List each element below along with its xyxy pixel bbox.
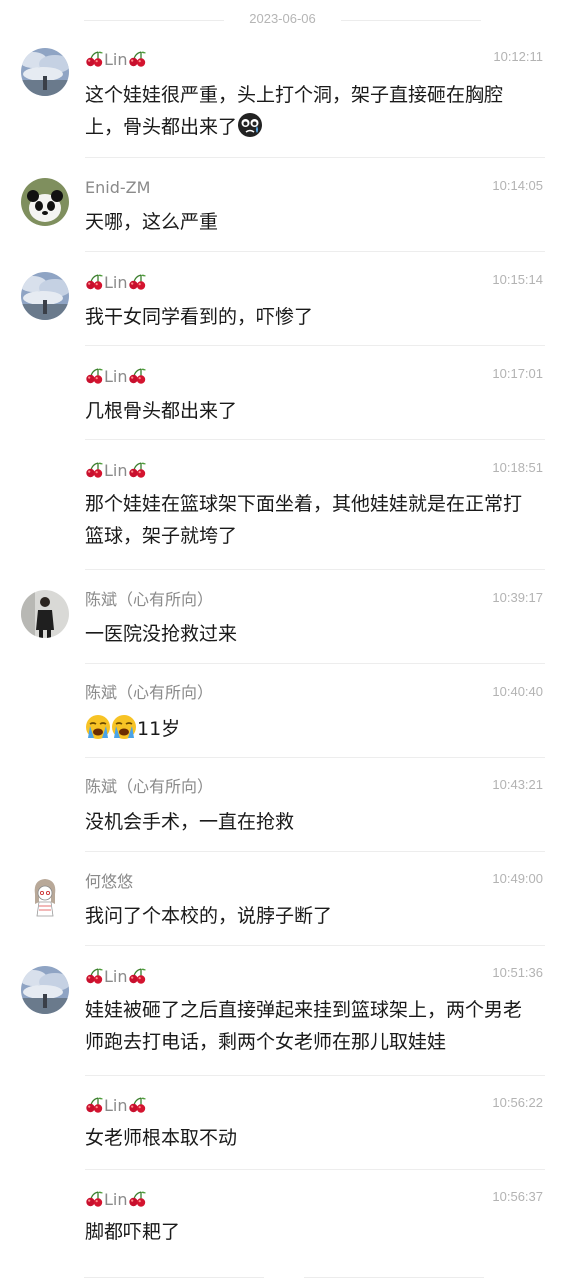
cherry-icon xyxy=(128,1097,147,1113)
date-separator: 2023-06-06 xyxy=(0,0,565,40)
message-text: 我问了个本校的，说脖子断了 xyxy=(85,905,333,927)
avatar[interactable] xyxy=(21,872,69,920)
message-item[interactable]: 何悠悠 10:49:00 我问了个本校的，说脖子断了 xyxy=(0,852,565,946)
cherry-icon xyxy=(85,462,104,478)
loudly-crying-face-emoji xyxy=(86,715,110,739)
avatar[interactable] xyxy=(21,178,69,226)
message-item[interactable]: Lin 10:56:37 脚都吓耙了 xyxy=(0,1170,565,1268)
sender-name: Lin xyxy=(85,50,147,70)
message-item[interactable]: Lin 10:18:51 那个娃娃在篮球架下面坐着，其他娃娃就是在正常打篮球，架… xyxy=(0,440,565,570)
message-text: 几根骨头都出来了 xyxy=(85,400,238,422)
cherry-icon xyxy=(85,1191,104,1207)
date-divider-right xyxy=(341,20,481,21)
avatar[interactable] xyxy=(21,48,69,96)
message-time: 10:40:40 xyxy=(492,684,543,699)
sender-name: Lin xyxy=(85,1096,147,1116)
message-text: 女老师根本取不动 xyxy=(85,1127,238,1149)
loudly-crying-face-emoji xyxy=(112,715,136,739)
message-text: 天哪，这么严重 xyxy=(85,211,219,233)
crying-face-emoji xyxy=(238,113,263,137)
cherry-icon xyxy=(85,368,104,384)
sender-name: Lin xyxy=(85,1190,147,1210)
message-item[interactable]: Lin 10:56:22 女老师根本取不动 xyxy=(0,1076,565,1170)
cloud-landscape-avatar xyxy=(21,272,69,320)
message-text: 我干女同学看到的，吓惨了 xyxy=(85,306,314,328)
cloud-landscape-avatar xyxy=(21,48,69,96)
sender-name: 陈斌（心有所向） xyxy=(85,777,214,796)
message-text: 脚都吓耙了 xyxy=(85,1221,181,1243)
sender-name: Lin xyxy=(85,273,147,293)
bottom-divider-right xyxy=(304,1277,484,1278)
message-item[interactable]: 陈斌（心有所向） 10:40:40 11岁 xyxy=(0,664,565,758)
message-item[interactable]: 陈斌（心有所向） 10:43:21 没机会手术，一直在抢救 xyxy=(0,758,565,852)
sender-name: Lin xyxy=(85,967,147,987)
message-time: 10:14:05 xyxy=(492,178,543,193)
message-text: 这个娃娃很严重，头上打个洞，架子直接砸在胸腔上，骨头都出来了 xyxy=(85,84,504,138)
panda-avatar xyxy=(21,178,69,226)
cherry-icon xyxy=(128,1191,147,1207)
avatar[interactable] xyxy=(21,966,69,1014)
cherry-icon xyxy=(85,1097,104,1113)
bottom-separator xyxy=(84,1268,484,1280)
cherry-icon xyxy=(85,51,104,67)
cherry-icon xyxy=(128,368,147,384)
sender-name: 陈斌（心有所向） xyxy=(85,683,214,702)
message-item[interactable]: Lin 10:12:11 这个娃娃很严重，头上打个洞，架子直接砸在胸腔上，骨头都… xyxy=(0,40,565,158)
cherry-icon xyxy=(85,968,104,984)
cherry-icon xyxy=(128,51,147,67)
cloud-landscape-avatar xyxy=(21,966,69,1014)
sender-name: 何悠悠 xyxy=(85,872,134,891)
message-item[interactable]: Lin 10:15:14 我干女同学看到的，吓惨了 xyxy=(0,252,565,346)
message-item[interactable]: Lin 10:51:36 娃娃被砸了之后直接弹起来挂到篮球架上，两个男老师跑去打… xyxy=(0,946,565,1076)
cherry-icon xyxy=(85,274,104,290)
message-text: 娃娃被砸了之后直接弹起来挂到篮球架上，两个男老师跑去打电话，剩两个女老师在那儿取… xyxy=(85,999,523,1053)
message-item[interactable]: 陈斌（心有所向） 10:39:17 一医院没抢救过来 xyxy=(0,570,565,664)
cherry-icon xyxy=(128,462,147,478)
sender-name: Enid-ZM xyxy=(85,178,151,197)
message-time: 10:56:22 xyxy=(492,1095,543,1110)
sender-name: 陈斌（心有所向） xyxy=(85,590,214,609)
sender-name: Lin xyxy=(85,461,147,481)
message-time: 10:49:00 xyxy=(492,871,543,886)
sender-name: Lin xyxy=(85,367,147,387)
message-text: 11岁 xyxy=(85,713,540,745)
cherry-icon xyxy=(128,274,147,290)
message-item[interactable]: Lin 10:17:01 几根骨头都出来了 xyxy=(0,346,565,440)
bottom-divider-left xyxy=(84,1277,264,1278)
date-label: 2023-06-06 xyxy=(249,11,316,26)
person-photo-avatar xyxy=(21,590,69,638)
message-item[interactable]: Enid-ZM 10:14:05 天哪，这么严重 xyxy=(0,158,565,252)
message-time: 10:51:36 xyxy=(492,965,543,980)
message-time: 10:15:14 xyxy=(492,272,543,287)
message-time: 10:18:51 xyxy=(492,460,543,475)
message-time: 10:17:01 xyxy=(492,366,543,381)
message-time: 10:12:11 xyxy=(493,49,543,64)
message-time: 10:39:17 xyxy=(492,590,543,605)
message-time: 10:43:21 xyxy=(492,777,543,792)
message-text: 一医院没抢救过来 xyxy=(85,623,238,645)
avatar[interactable] xyxy=(21,272,69,320)
message-text: 没机会手术，一直在抢救 xyxy=(85,811,295,833)
message-time: 10:56:37 xyxy=(492,1189,543,1204)
avatar[interactable] xyxy=(21,590,69,638)
cherry-icon xyxy=(128,968,147,984)
message-text: 那个娃娃在篮球架下面坐着，其他娃娃就是在正常打篮球，架子就垮了 xyxy=(85,493,523,547)
cartoon-girl-avatar xyxy=(21,872,69,920)
